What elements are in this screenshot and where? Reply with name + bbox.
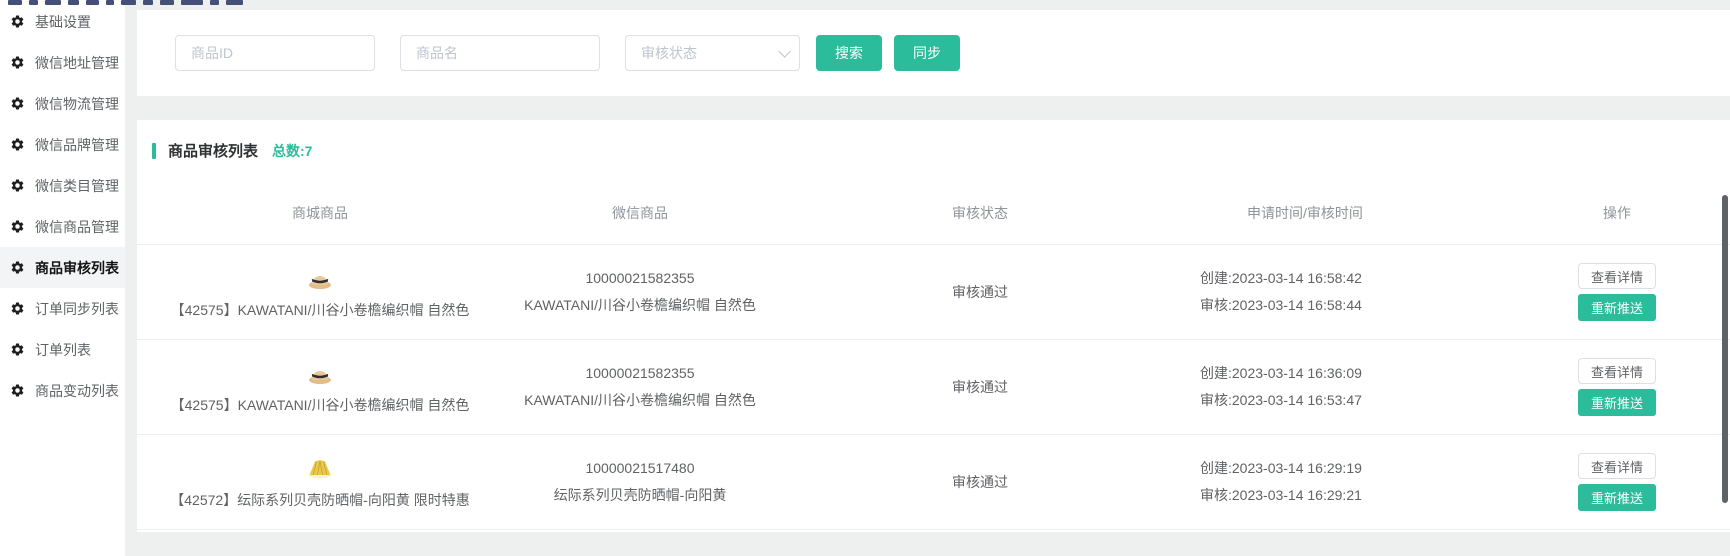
sidebar-item-product-change-list[interactable]: 商品变动列表 (0, 370, 125, 411)
table-header-row: 商城商品 微信商品 审核状态 申请时间/审核时间 操作 (137, 181, 1730, 245)
gear-icon (10, 301, 25, 316)
col-header-apply-audit-time: 申请时间/审核时间 (1170, 203, 1440, 223)
sidebar-item-label: 微信类目管理 (35, 176, 119, 196)
sidebar-item-order-list[interactable]: 订单列表 (0, 329, 125, 370)
sync-button[interactable]: 同步 (894, 35, 960, 71)
yellow-hat-product-image (305, 456, 335, 480)
sidebar-item-basic-settings[interactable]: 基础设置 (0, 1, 125, 42)
view-detail-button[interactable]: 查看详情 (1578, 453, 1656, 479)
table-row: 【42575】KAWATANI/川谷小卷檐编织帽 自然色 10000021582… (137, 340, 1730, 435)
sidebar-item-wechat-product[interactable]: 微信商品管理 (0, 206, 125, 247)
sidebar-item-label: 订单同步列表 (35, 299, 119, 319)
table-row: 【42572】纭际系列贝壳防晒帽-向阳黄 限时特惠 10000021517480… (137, 435, 1730, 530)
sidebar-item-label: 微信品牌管理 (35, 135, 119, 155)
gear-icon (10, 137, 25, 152)
wechat-product-name: KAWATANI/川谷小卷檐编织帽 自然色 (490, 292, 790, 319)
gear-icon (10, 383, 25, 398)
sidebar-item-label: 微信地址管理 (35, 53, 119, 73)
wechat-product-id: 10000021582355 (490, 360, 790, 387)
gear-icon (10, 96, 25, 111)
mall-product-name: 【42575】KAWATANI/川谷小卷檐编织帽 自然色 (171, 302, 470, 319)
list-header: 商品审核列表 总数:7 (137, 120, 1730, 161)
chevron-down-icon (778, 45, 791, 58)
gear-icon (10, 342, 25, 357)
list-title: 商品审核列表 (168, 140, 258, 161)
gear-icon (10, 219, 25, 234)
audited-time: 审核:2023-03-14 16:53:47 (1200, 387, 1440, 414)
main-content: 审核状态 搜索 同步 商品审核列表 总数:7 商城商品 微信商品 审核状态 申请… (137, 0, 1730, 556)
wechat-product-name: 纭际系列贝壳防晒帽-向阳黄 (490, 482, 790, 509)
sidebar-item-label: 商品审核列表 (35, 258, 119, 278)
wechat-product-name: KAWATANI/川谷小卷檐编织帽 自然色 (490, 387, 790, 414)
cropped-header-text (8, 0, 243, 5)
col-header-audit-status: 审核状态 (790, 203, 1170, 223)
partial-table-row (137, 530, 1730, 532)
straw-hat-product-image (305, 361, 335, 385)
filter-bar: 审核状态 搜索 同步 (137, 10, 1730, 96)
col-header-wechat-product: 微信商品 (490, 203, 790, 223)
wechat-product-id: 10000021582355 (490, 265, 790, 292)
sidebar-item-label: 微信物流管理 (35, 94, 119, 114)
audit-list-card: 商品审核列表 总数:7 商城商品 微信商品 审核状态 申请时间/审核时间 操作 … (137, 120, 1730, 532)
repush-button[interactable]: 重新推送 (1578, 484, 1656, 511)
wechat-product-id: 10000021517480 (490, 455, 790, 482)
product-name-input[interactable] (400, 35, 600, 71)
sidebar-item-product-audit-list[interactable]: 商品审核列表 (0, 247, 125, 288)
gear-icon (10, 178, 25, 193)
created-time: 创建:2023-03-14 16:36:09 (1200, 360, 1440, 387)
audited-time: 审核:2023-03-14 16:29:21 (1200, 482, 1440, 509)
gear-icon (10, 55, 25, 70)
audit-status: 审核通过 (790, 472, 1170, 492)
table-row: 【42575】KAWATANI/川谷小卷檐编织帽 自然色 10000021582… (137, 245, 1730, 340)
view-detail-button[interactable]: 查看详情 (1578, 358, 1656, 384)
product-id-input[interactable] (175, 35, 375, 71)
repush-button[interactable]: 重新推送 (1578, 389, 1656, 416)
sidebar-item-order-sync-list[interactable]: 订单同步列表 (0, 288, 125, 329)
sidebar-item-label: 微信商品管理 (35, 217, 119, 237)
col-header-mall-product: 商城商品 (150, 203, 490, 223)
sidebar-item-label: 基础设置 (35, 12, 91, 32)
list-total-count: 总数:7 (272, 141, 312, 161)
repush-button[interactable]: 重新推送 (1578, 294, 1656, 321)
mall-product-name: 【42572】纭际系列贝壳防晒帽-向阳黄 限时特惠 (170, 492, 469, 509)
gear-icon (10, 14, 25, 29)
sidebar: 基础设置 微信地址管理 微信物流管理 微信品牌管理 微信类目管理 微信商品管理 … (0, 0, 125, 556)
vertical-scrollbar-thumb[interactable] (1722, 195, 1728, 503)
sidebar-item-label: 商品变动列表 (35, 381, 119, 401)
sidebar-item-label: 订单列表 (35, 340, 91, 360)
audit-status: 审核通过 (790, 377, 1170, 397)
created-time: 创建:2023-03-14 16:29:19 (1200, 455, 1440, 482)
created-time: 创建:2023-03-14 16:58:42 (1200, 265, 1440, 292)
gear-icon (10, 260, 25, 275)
audited-time: 审核:2023-03-14 16:58:44 (1200, 292, 1440, 319)
view-detail-button[interactable]: 查看详情 (1578, 263, 1656, 289)
sidebar-item-wechat-address[interactable]: 微信地址管理 (0, 42, 125, 83)
straw-hat-product-image (305, 266, 335, 290)
sidebar-item-wechat-category[interactable]: 微信类目管理 (0, 165, 125, 206)
audit-status-placeholder: 审核状态 (641, 43, 697, 63)
search-button[interactable]: 搜索 (816, 35, 882, 71)
audit-status: 审核通过 (790, 282, 1170, 302)
col-header-actions: 操作 (1517, 203, 1717, 223)
mall-product-name: 【42575】KAWATANI/川谷小卷檐编织帽 自然色 (171, 397, 470, 414)
sidebar-item-wechat-logistics[interactable]: 微信物流管理 (0, 83, 125, 124)
sidebar-item-wechat-brand[interactable]: 微信品牌管理 (0, 124, 125, 165)
audit-status-select[interactable]: 审核状态 (625, 35, 800, 71)
accent-bar (152, 143, 156, 159)
